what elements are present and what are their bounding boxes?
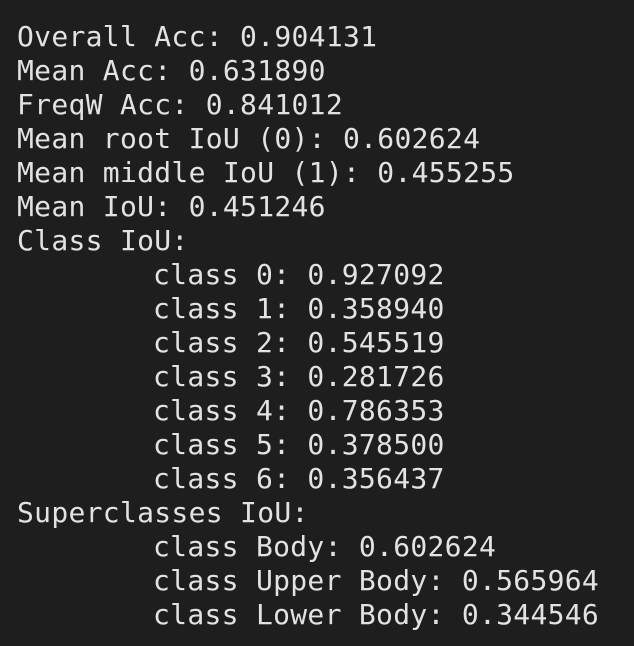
superclass-iou-row: class Body: 0.602624 — [153, 530, 497, 563]
mean-middle-iou-line: Mean middle IoU (1): 0.455255 — [17, 156, 515, 189]
class-iou-row: class 5: 0.378500 — [153, 428, 445, 461]
mean-acc-line: Mean Acc: 0.631890 — [17, 54, 326, 87]
class-iou-row: class 3: 0.281726 — [153, 360, 445, 393]
freqw-acc-line: FreqW Acc: 0.841012 — [17, 88, 343, 121]
superclass-iou-row: class Upper Body: 0.565964 — [153, 564, 600, 597]
superclass-iou-row: class Lower Body: 0.344546 — [153, 598, 600, 631]
mean-root-iou-line: Mean root IoU (0): 0.602624 — [17, 122, 481, 155]
class-iou-row: class 0: 0.927092 — [153, 258, 445, 291]
superclass-iou-header: Superclasses IoU: — [17, 496, 309, 529]
class-iou-header: Class IoU: — [17, 224, 189, 257]
terminal-output: Overall Acc: 0.904131 Mean Acc: 0.631890… — [0, 0, 634, 646]
mean-iou-line: Mean IoU: 0.451246 — [17, 190, 326, 223]
class-iou-row: class 2: 0.545519 — [153, 326, 445, 359]
class-iou-row: class 1: 0.358940 — [153, 292, 445, 325]
class-iou-row: class 6: 0.356437 — [153, 462, 445, 495]
class-iou-row: class 4: 0.786353 — [153, 394, 445, 427]
overall-acc-line: Overall Acc: 0.904131 — [17, 20, 378, 53]
